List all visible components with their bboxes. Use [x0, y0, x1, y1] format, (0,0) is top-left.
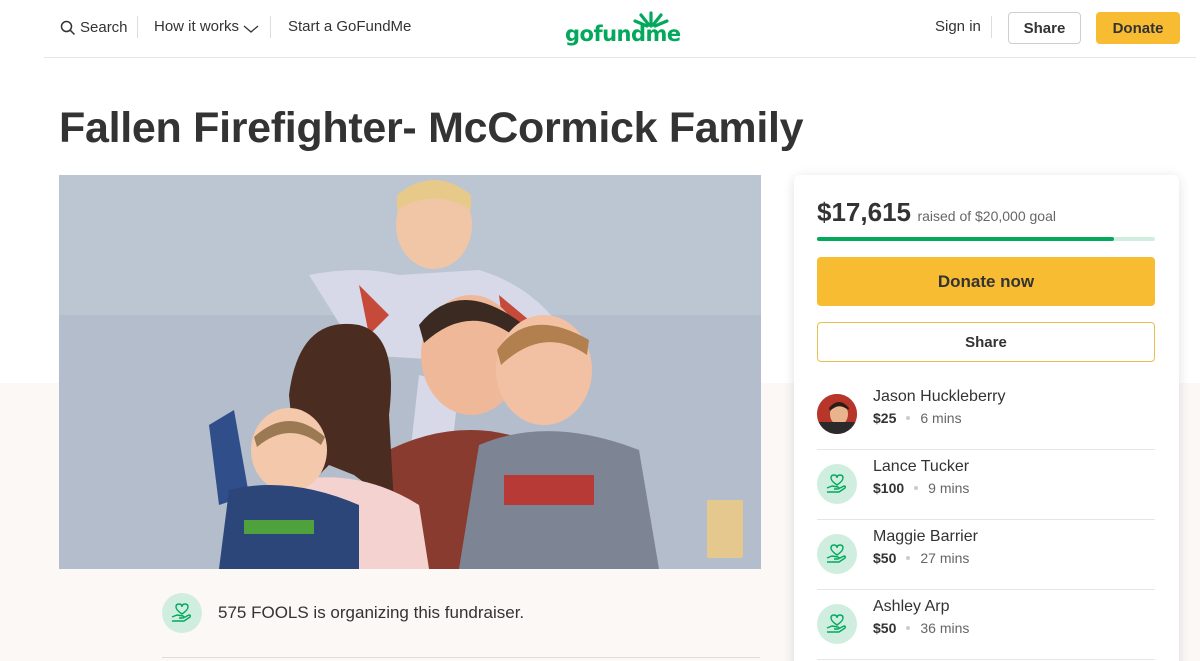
- share-button-top[interactable]: Share: [1008, 12, 1081, 44]
- nav-divider: [270, 16, 271, 38]
- donation-time: 27 mins: [920, 550, 970, 566]
- raised-amount: $17,615: [817, 197, 911, 227]
- heart-hand-icon: [826, 614, 847, 633]
- donate-button-top[interactable]: Donate: [1096, 12, 1180, 44]
- campaign-title: Fallen Firefighter- McCormick Family: [59, 104, 804, 152]
- donation-meta: $50 36 mins: [873, 620, 969, 636]
- nav-divider: [137, 16, 138, 38]
- donor-avatar: [817, 394, 857, 434]
- donor-avatar: [817, 534, 857, 574]
- raised-summary: $17,615 raised of $20,000 goal: [817, 197, 1056, 228]
- donation-amount: $50: [873, 550, 897, 566]
- start-gofundme-label: Start a GoFundMe: [288, 18, 412, 35]
- nav-divider: [991, 16, 992, 38]
- organizer-row: 575 FOOLS is organizing this fundraiser.: [162, 593, 524, 633]
- donor-avatar: [817, 464, 857, 504]
- organizer-text: 575 FOOLS is organizing this fundraiser.: [218, 603, 525, 622]
- donor-photo: [817, 394, 857, 434]
- donation-amount: $100: [873, 480, 905, 496]
- top-nav: Search How it works Start a GoFundMe gof…: [44, 0, 1196, 58]
- donor-name: Jason Huckleberry: [873, 388, 1006, 405]
- search-link[interactable]: Search: [60, 18, 128, 36]
- gofundme-logo[interactable]: gofundme: [565, 10, 681, 46]
- search-label: Search: [80, 18, 128, 36]
- heart-hand-icon: [826, 474, 847, 493]
- search-icon: [60, 20, 76, 36]
- donation-meta: $50 27 mins: [873, 550, 969, 566]
- donation-sidebar: $17,615 raised of $20,000 goal Donate no…: [794, 175, 1179, 661]
- donation-time: 36 mins: [920, 620, 970, 636]
- donation-item: Jason Huckleberry $25 6 mins: [817, 380, 1155, 450]
- logo-text: gofundme: [565, 22, 681, 46]
- family-photo-illustration: [59, 175, 761, 569]
- separator-dot: [914, 486, 919, 490]
- progress-bar-fill: [817, 237, 1115, 241]
- organizer-avatar: [162, 593, 202, 633]
- divider: [162, 657, 760, 658]
- donor-avatar: [817, 604, 857, 644]
- sign-in-link[interactable]: Sign in: [935, 18, 981, 35]
- donor-name: Lance Tucker: [873, 458, 970, 475]
- separator-dot: [906, 626, 911, 630]
- how-it-works-menu[interactable]: How it works: [154, 18, 259, 35]
- chevron-down-icon: [243, 25, 259, 33]
- donate-now-button[interactable]: Donate now: [817, 257, 1155, 306]
- donor-name: Ashley Arp: [873, 598, 950, 615]
- heart-hand-icon: [826, 544, 847, 563]
- campaign-photo[interactable]: [59, 175, 761, 569]
- share-button[interactable]: Share: [817, 322, 1155, 362]
- donor-name: Maggie Barrier: [873, 528, 978, 545]
- donation-meta: $100 9 mins: [873, 480, 969, 496]
- separator-dot: [906, 416, 911, 420]
- how-it-works-label: How it works: [154, 18, 240, 35]
- raised-goal: raised of $20,000 goal: [917, 208, 1056, 224]
- donation-item: Maggie Barrier $50 27 mins: [817, 520, 1155, 590]
- donation-amount: $25: [873, 410, 897, 426]
- heart-hand-icon: [171, 603, 192, 622]
- donation-time: 9 mins: [928, 480, 970, 496]
- separator-dot: [906, 556, 911, 560]
- progress-bar: [817, 237, 1155, 241]
- donation-amount: $50: [873, 620, 897, 636]
- donation-item: Lance Tucker $100 9 mins: [817, 450, 1155, 520]
- donation-item: Ashley Arp $50 36 mins: [817, 590, 1155, 660]
- start-gofundme-link[interactable]: Start a GoFundMe: [288, 18, 411, 35]
- donation-meta: $25 6 mins: [873, 410, 962, 426]
- donation-time: 6 mins: [920, 410, 962, 426]
